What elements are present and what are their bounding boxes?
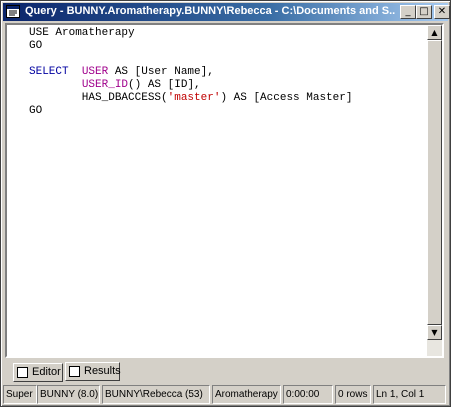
- maximize-button[interactable]: □: [416, 5, 432, 19]
- vertical-scrollbar[interactable]: ▲ ▼: [427, 25, 442, 356]
- code-token: USE Aromatherapy: [29, 27, 135, 39]
- scroll-down-arrow-icon[interactable]: ▼: [427, 325, 442, 340]
- code-token: GO: [29, 40, 43, 52]
- status-user: BUNNY\Rebecca (53): [102, 385, 210, 404]
- code-line: GO: [29, 40, 352, 53]
- status-cursor-position: Ln 1, Col 1: [373, 385, 446, 404]
- status-database: Aromatherapy: [212, 385, 281, 404]
- status-row-count: 0 rows: [335, 385, 371, 404]
- query-editor[interactable]: USE Aromatherapy GO SELECT USER AS [User N…: [5, 23, 444, 358]
- close-button[interactable]: ✕: [434, 5, 450, 19]
- code-token: ) AS [Access Master]: [220, 92, 353, 104]
- status-server-type: Super: [3, 385, 37, 404]
- title-bar[interactable]: Query - BUNNY.Aromatherapy.BUNNY\Rebecca…: [3, 3, 450, 21]
- grid-icon: [69, 366, 80, 377]
- code-token: () AS [ID],: [128, 79, 201, 91]
- query-app-icon: [6, 5, 20, 18]
- scroll-up-arrow-icon[interactable]: ▲: [427, 25, 442, 40]
- code-line: GO: [29, 105, 352, 118]
- code-token: HAS_DBACCESS(: [29, 92, 168, 104]
- minimize-button[interactable]: _: [400, 5, 416, 19]
- code-line: USER_ID() AS [ID],: [29, 79, 352, 92]
- code-token: SELECT: [29, 66, 82, 78]
- code-line: USE Aromatherapy: [29, 27, 352, 40]
- tab-results-label: Results: [84, 365, 121, 377]
- tab-editor[interactable]: Editor: [13, 363, 63, 382]
- tab-results[interactable]: Results: [65, 362, 121, 381]
- document-icon: [17, 367, 28, 378]
- scroll-thumb[interactable]: [427, 40, 442, 325]
- query-window: Query - BUNNY.Aromatherapy.BUNNY\Rebecca…: [0, 0, 451, 407]
- code-token: GO: [29, 105, 43, 117]
- status-elapsed-time: 0:00:00: [283, 385, 333, 404]
- status-server: BUNNY (8.0): [37, 385, 100, 404]
- code-token: 'master': [167, 92, 221, 104]
- status-bar: Super BUNNY (8.0) BUNNY\Rebecca (53) Aro…: [3, 385, 448, 404]
- code-line: HAS_DBACCESS('master') AS [Access Master…: [29, 92, 353, 105]
- code-line: SELECT USER AS [User Name],: [29, 66, 352, 79]
- code-token: AS [User Name],: [108, 66, 214, 78]
- code-token: USER_ID: [81, 79, 129, 91]
- window-title: Query - BUNNY.Aromatherapy.BUNNY\Rebecca…: [25, 5, 395, 17]
- sql-code[interactable]: USE Aromatherapy GO SELECT USER AS [User N…: [29, 27, 352, 118]
- code-token: USER: [81, 66, 109, 78]
- tab-editor-label: Editor: [32, 366, 61, 378]
